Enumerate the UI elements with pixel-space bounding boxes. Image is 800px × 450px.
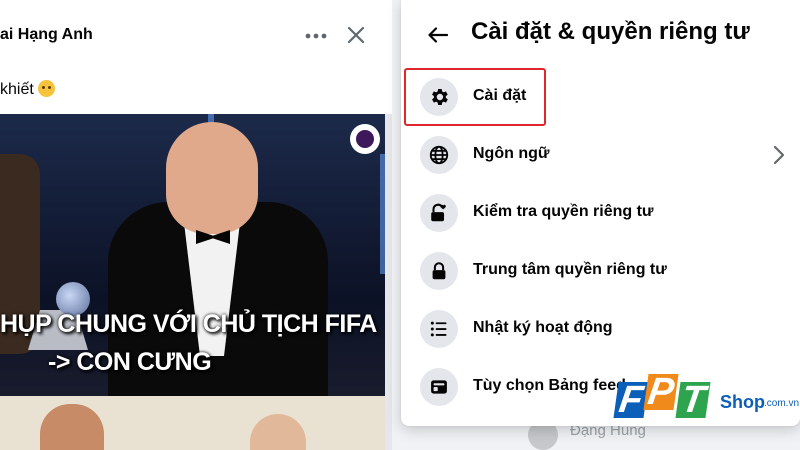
post-author-name[interactable]: ai Hạng Anh: [0, 26, 93, 44]
menu-item-label: Tùy chọn Bảng feed: [473, 377, 626, 394]
close-icon[interactable]: [343, 22, 369, 48]
post-panel: ai Hạng Anh khiết HỤP CHUNG VỚI CHỦ TỊCH…: [0, 0, 392, 450]
menu-item-label: Kiểm tra quyền riêng tư: [473, 203, 654, 220]
fpt-shop-logo: F P T Shop .com.vn: [612, 371, 800, 428]
fpt-logo-letter: P: [643, 370, 679, 413]
highlight-box: [404, 68, 546, 126]
panel-title: Cài đặt & quyền riêng tư: [471, 18, 750, 45]
menu-item-label: Ngôn ngữ: [473, 145, 550, 162]
fpt-logo-letter: F: [613, 379, 649, 421]
menu-item-language[interactable]: Ngôn ngữ: [407, 128, 793, 184]
menu-item-privacy-center[interactable]: Trung tâm quyền riêng tư: [407, 244, 793, 300]
lock-heart-icon: [420, 194, 458, 232]
panel-header: Cài đặt & quyền riêng tư: [401, 0, 800, 70]
premier-league-logo-icon: [350, 124, 380, 154]
person-main-head: [166, 122, 258, 234]
fpt-logo-shop-text: Shop: [720, 392, 765, 412]
list-icon: [420, 310, 458, 348]
fpt-logo-domain-text: .com.vn: [764, 398, 800, 409]
menu-item-label: Nhật ký hoạt động: [473, 319, 613, 336]
image-caption-line2: -> CON CƯNG: [48, 348, 212, 376]
globe-icon: [420, 136, 458, 174]
post-image[interactable]: HỤP CHUNG VỚI CHỦ TỊCH FIFA -> CON CƯNG: [0, 114, 385, 450]
back-arrow-icon[interactable]: [423, 20, 453, 50]
settings-privacy-panel: Cài đặt & quyền riêng tư Cài đặt Ngôn ng…: [401, 0, 800, 426]
scrollbar[interactable]: [385, 114, 392, 450]
post-caption-text: khiết: [0, 81, 34, 98]
sad-face-emoji-icon: [37, 80, 55, 97]
menu-item-privacy-checkup[interactable]: Kiểm tra quyền riêng tư: [407, 186, 793, 242]
post-header: ai Hạng Anh: [0, 22, 392, 52]
post-caption: khiết: [0, 80, 55, 99]
feed-icon: [420, 368, 458, 406]
fpt-logo-letter: T: [675, 379, 711, 421]
menu-item-label: Trung tâm quyền riêng tư: [473, 261, 667, 278]
menu-item-activity-log[interactable]: Nhật ký hoạt động: [407, 302, 793, 358]
lock-icon: [420, 252, 458, 290]
chevron-right-icon: [769, 143, 789, 167]
image-caption-line1: HỤP CHUNG VỚI CHỦ TỊCH FIFA: [0, 310, 377, 338]
more-options-icon[interactable]: [304, 24, 328, 48]
